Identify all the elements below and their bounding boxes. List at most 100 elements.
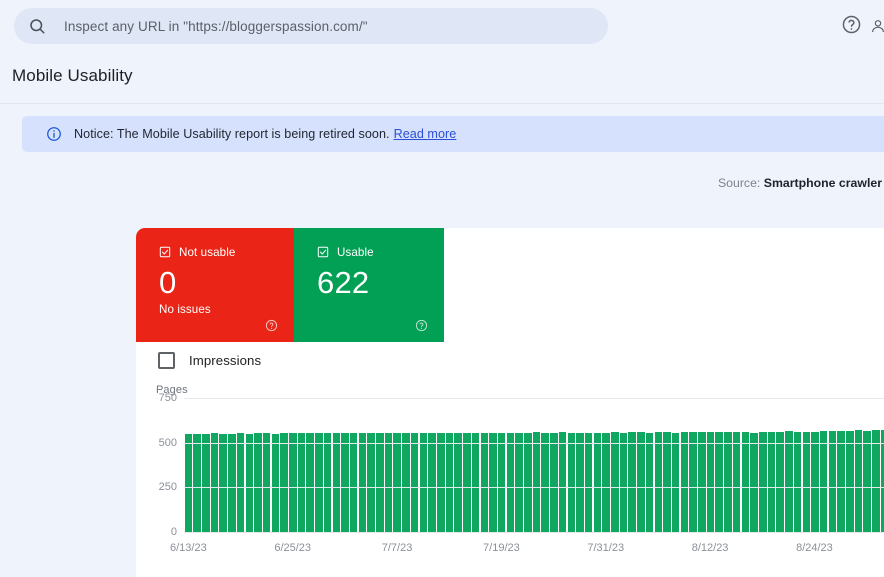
chart-bar[interactable] xyxy=(524,433,532,532)
chart-bar[interactable] xyxy=(733,432,741,532)
chart-gridline: 500 xyxy=(184,443,884,444)
chart-bar[interactable] xyxy=(541,433,549,532)
chart-bar[interactable] xyxy=(620,433,628,532)
chart-bar[interactable] xyxy=(785,431,793,532)
chart-bar[interactable] xyxy=(689,432,697,532)
chart-bar[interactable] xyxy=(280,433,288,532)
chart-bar[interactable] xyxy=(333,433,341,532)
chart-bar[interactable] xyxy=(254,433,262,532)
status-tile-usable[interactable]: Usable 622 xyxy=(294,228,444,342)
chart-bar[interactable] xyxy=(681,432,689,532)
help-circle-icon[interactable] xyxy=(841,14,862,35)
chart-bar[interactable] xyxy=(324,433,332,532)
chart-bar[interactable] xyxy=(454,433,462,532)
chart-bar[interactable] xyxy=(428,433,436,532)
chart-bar[interactable] xyxy=(585,433,593,532)
chart-bar[interactable] xyxy=(576,433,584,532)
chart-bar[interactable] xyxy=(472,433,480,532)
chart-bar[interactable] xyxy=(863,431,871,532)
chart-bar[interactable] xyxy=(315,433,323,532)
chart-bar[interactable] xyxy=(463,433,471,532)
chart-bar[interactable] xyxy=(637,432,645,532)
chart-bar[interactable] xyxy=(350,433,358,532)
search-input[interactable] xyxy=(64,19,584,34)
chart-bar[interactable] xyxy=(393,433,401,532)
chart-bar[interactable] xyxy=(715,432,723,532)
chart-bar[interactable] xyxy=(724,432,732,532)
chart-bar[interactable] xyxy=(794,432,802,532)
chart-bar[interactable] xyxy=(776,432,784,532)
chart-bar[interactable] xyxy=(742,432,750,532)
chart-bar[interactable] xyxy=(437,433,445,532)
impressions-checkbox-icon[interactable] xyxy=(158,352,175,369)
chart-bar[interactable] xyxy=(446,433,454,532)
chart-bar[interactable] xyxy=(837,431,845,532)
chart-bar[interactable] xyxy=(768,432,776,532)
chart-bar[interactable] xyxy=(568,433,576,532)
chart-bar[interactable] xyxy=(489,433,497,532)
chart-bar[interactable] xyxy=(759,432,767,532)
chart-bar[interactable] xyxy=(533,432,541,532)
chart-bar[interactable] xyxy=(359,433,367,532)
impressions-label: Impressions xyxy=(189,353,261,368)
chart-bar[interactable] xyxy=(628,432,636,532)
chart-bar[interactable] xyxy=(420,433,428,532)
chart-bar[interactable] xyxy=(611,432,619,532)
checkbox-checked-icon[interactable] xyxy=(317,246,329,258)
chart-bar[interactable] xyxy=(602,433,610,532)
chart-bar[interactable] xyxy=(594,433,602,532)
tile-header-usable: Usable xyxy=(317,245,444,259)
account-avatar-icon[interactable] xyxy=(870,18,884,34)
chart-bar[interactable] xyxy=(306,433,314,532)
chart-bar[interactable] xyxy=(481,433,489,532)
chart-bar[interactable] xyxy=(707,432,715,532)
chart-bar[interactable] xyxy=(750,433,758,532)
chart-bar[interactable] xyxy=(663,432,671,532)
chart-bar[interactable] xyxy=(872,430,880,532)
chart-bar[interactable] xyxy=(559,432,567,532)
chart-bar[interactable] xyxy=(550,433,558,532)
chart-bar[interactable] xyxy=(411,433,419,532)
chart-bar[interactable] xyxy=(646,433,654,532)
chart-bar[interactable] xyxy=(211,433,219,532)
help-circle-icon[interactable] xyxy=(265,319,278,332)
chart-bar[interactable] xyxy=(846,431,854,532)
checkbox-checked-icon[interactable] xyxy=(159,246,171,258)
tile-label-usable: Usable xyxy=(337,246,374,259)
chart-bar[interactable] xyxy=(515,433,523,532)
chart-bar[interactable] xyxy=(698,432,706,532)
chart-bar[interactable] xyxy=(219,434,227,532)
chart-bar[interactable] xyxy=(341,433,349,532)
chart-bar[interactable] xyxy=(185,434,193,532)
help-circle-icon[interactable] xyxy=(415,319,428,332)
chart-bar[interactable] xyxy=(376,433,384,532)
chart-bar[interactable] xyxy=(385,433,393,532)
chart-bar[interactable] xyxy=(298,433,306,532)
chart-x-axis-labels: 6/13/236/25/237/7/237/19/237/31/238/12/2… xyxy=(184,542,884,560)
chart-bar[interactable] xyxy=(655,432,663,532)
read-more-link[interactable]: Read more xyxy=(394,127,457,141)
chart-bar[interactable] xyxy=(855,430,863,532)
chart-bar[interactable] xyxy=(803,432,811,532)
chart-bar[interactable] xyxy=(246,434,254,532)
chart-bar[interactable] xyxy=(237,433,245,532)
chart-bar[interactable] xyxy=(289,433,297,532)
chart-plot-area: 0250500750 xyxy=(184,398,884,532)
chart-bar[interactable] xyxy=(507,433,515,532)
chart-bar[interactable] xyxy=(820,431,828,532)
chart-bar[interactable] xyxy=(272,434,280,532)
url-inspect-searchbox[interactable] xyxy=(14,8,608,44)
chart-bar[interactable] xyxy=(202,434,210,532)
chart-bar[interactable] xyxy=(811,432,819,532)
chart-bar[interactable] xyxy=(402,433,410,532)
status-tile-not-usable[interactable]: Not usable 0 No issues xyxy=(136,228,294,342)
chart-bar[interactable] xyxy=(228,434,236,532)
chart-bar[interactable] xyxy=(829,431,837,532)
chart-bar[interactable] xyxy=(498,433,506,532)
chart-bar[interactable] xyxy=(193,434,201,532)
chart-bar[interactable] xyxy=(263,433,271,532)
chart-bar[interactable] xyxy=(672,433,680,532)
chart-bar[interactable] xyxy=(367,433,375,532)
impressions-toggle[interactable]: Impressions xyxy=(158,352,261,369)
search-console-mobile-usability-page: Mobile Usability Notice: The Mobile Usab… xyxy=(0,0,884,577)
